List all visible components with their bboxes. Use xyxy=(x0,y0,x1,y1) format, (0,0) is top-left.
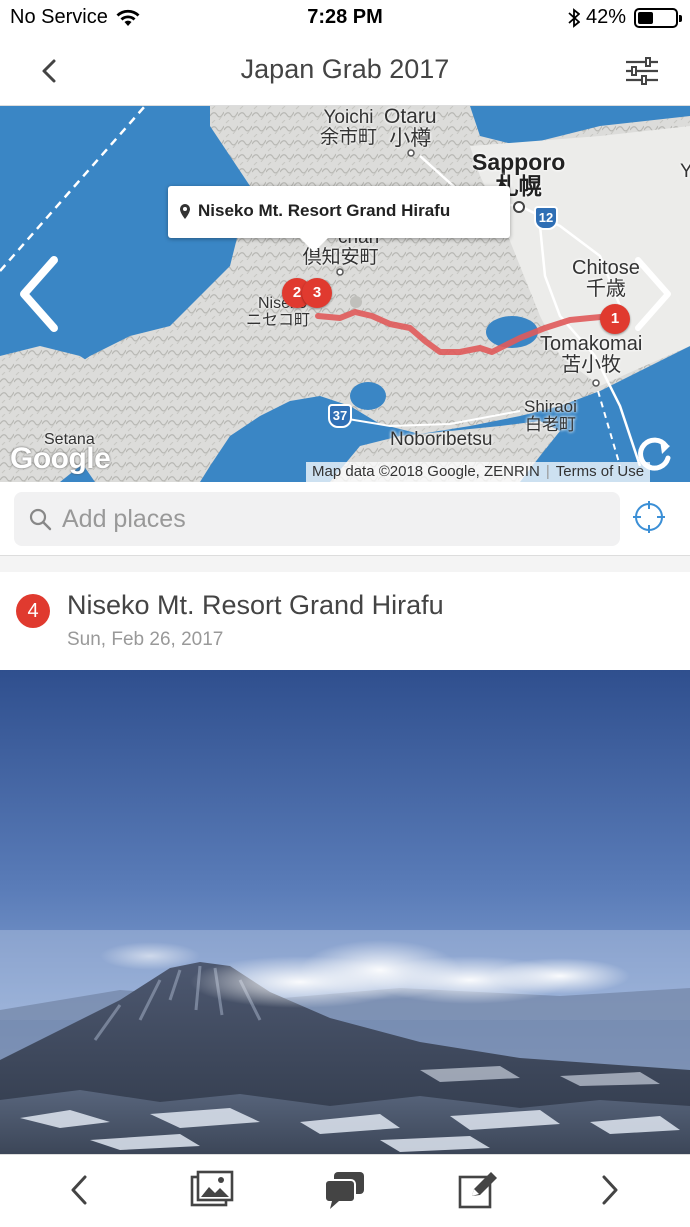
map-next-arrow-icon[interactable] xyxy=(630,254,678,334)
chat-icon[interactable] xyxy=(322,1169,368,1211)
battery-nub xyxy=(679,14,682,22)
chevron-left-icon[interactable] xyxy=(57,1169,103,1211)
bluetooth-icon xyxy=(568,7,580,28)
search-area xyxy=(0,482,690,556)
place-photo[interactable] xyxy=(0,670,690,1154)
mountain-photo xyxy=(0,670,690,1154)
page-title: Japan Grab 2017 xyxy=(240,54,450,84)
route-badge-37: 37 xyxy=(328,404,352,428)
status-bar: No Service 7:28 PM 42% xyxy=(0,0,690,36)
place-number-badge: 4 xyxy=(16,594,50,628)
nav-bar: Japan Grab 2017 xyxy=(0,36,690,106)
map-prev-arrow-icon[interactable] xyxy=(14,254,62,334)
google-logo: Google xyxy=(10,442,111,475)
place-date: Sun, Feb 26, 2017 xyxy=(67,629,224,650)
map-label-otaru-en: Otaru xyxy=(384,106,437,128)
tooltip-tail xyxy=(300,238,328,252)
photos-icon[interactable] xyxy=(189,1169,235,1211)
sliders-icon[interactable] xyxy=(622,54,662,88)
bottom-toolbar xyxy=(0,1154,690,1227)
map-label-yoichi-jp: 余市町 xyxy=(320,126,378,148)
route-badge-12: 12 xyxy=(534,206,558,230)
pin-icon xyxy=(180,204,190,219)
map-label-otaru: Otaru 小樽 xyxy=(384,106,437,150)
tooltip-place-name: Niseko Mt. Resort Grand Hirafu xyxy=(198,201,451,220)
map-label-shiraoi: Shiraoi 白老町 xyxy=(524,398,577,434)
refresh-icon[interactable] xyxy=(630,430,678,478)
map-label-sapporo-en: Sapporo xyxy=(472,149,566,175)
battery-icon xyxy=(634,7,682,28)
search-box[interactable] xyxy=(14,492,620,546)
map-label-tomakomai: Tomakomai 苫小牧 xyxy=(540,334,642,376)
map-label-yoichi: Yoichi 余市町 xyxy=(320,108,377,148)
battery-fill xyxy=(638,11,653,24)
map-label-y: Y xyxy=(680,161,690,182)
map-data-credit: Map data ©2018 Google, ZENRIN xyxy=(312,463,540,480)
section-divider xyxy=(0,556,690,572)
map-tooltip[interactable]: Niseko Mt. Resort Grand Hirafu xyxy=(168,186,510,238)
map-label-otaru-jp: 小樽 xyxy=(389,127,432,151)
place-name: Niseko Mt. Resort Grand Hirafu xyxy=(67,590,444,620)
map-label-shiraoi-en: Shiraoi xyxy=(524,397,577,416)
map-marker-1[interactable]: 1 xyxy=(600,304,630,334)
chevron-right-icon[interactable] xyxy=(586,1169,632,1211)
edit-icon[interactable] xyxy=(455,1169,501,1211)
map-marker-3[interactable]: 3 xyxy=(302,278,332,308)
search-icon xyxy=(29,508,52,531)
map-label-noboribetsu: Noboribetsu xyxy=(390,429,493,450)
battery-percent: 42% xyxy=(585,6,626,28)
map-label-niseko-jp: ニセコ町 xyxy=(246,311,311,329)
map-attribution: Map data ©2018 Google, ZENRIN | Terms of U… xyxy=(306,462,651,482)
trip-map[interactable]: Yoichi 余市町 Otaru 小樽 Sapporo 札幌 12 chan 倶… xyxy=(0,106,690,482)
map-label-yoichi-en: Yoichi xyxy=(323,107,374,128)
search-input[interactable] xyxy=(62,500,602,538)
map-label-shiraoi-jp: 白老町 xyxy=(524,414,576,434)
place-header[interactable]: 4 Niseko Mt. Resort Grand Hirafu Sun, Fe… xyxy=(0,572,690,670)
locate-icon[interactable] xyxy=(632,500,666,534)
map-label-tomakomai-jp: 苫小牧 xyxy=(561,354,622,376)
status-right: 42% xyxy=(568,6,682,29)
map-label-tomakomai-en: Tomakomai xyxy=(540,333,643,355)
